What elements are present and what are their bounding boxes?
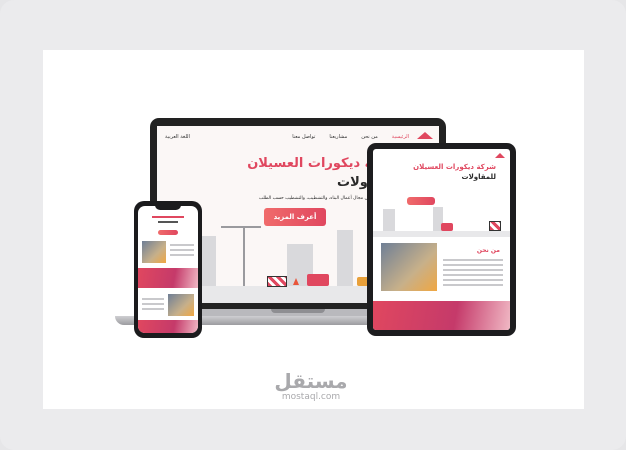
crane-arm	[221, 226, 261, 228]
tablet-mockup: شركة ديكورات العسيلان للمقاولات من نحن	[367, 143, 516, 336]
nav-projects[interactable]: مشاريعنا	[329, 134, 347, 140]
skyline-building	[202, 236, 216, 286]
mostaql-watermark: مستقل mostaql.com	[261, 370, 361, 402]
phone-headline	[152, 216, 184, 226]
about-photo	[381, 243, 437, 291]
nav-home[interactable]: الرئيسية	[392, 134, 409, 140]
truck-icon	[307, 274, 329, 286]
skyline-building	[383, 209, 395, 231]
learn-more-button[interactable]: أعرف المزيد	[264, 208, 326, 226]
mockup-stage: الرئيسية من نحن مشاريعنا تواصل معنا اللغ…	[43, 50, 584, 409]
ground	[373, 231, 510, 237]
presentation-frame: الرئيسية من نحن مشاريعنا تواصل معنا اللغ…	[0, 0, 626, 450]
phone-mockup	[134, 201, 202, 338]
tablet-about-heading: من نحن	[476, 247, 500, 254]
tablet-pink-band	[373, 301, 510, 330]
truck-icon	[441, 223, 453, 231]
tablet-headline-line2: للمقاولات	[461, 173, 496, 181]
logo-icon	[417, 132, 433, 139]
skyline-building	[337, 230, 353, 286]
phone-screen	[138, 206, 198, 333]
crane-icon	[243, 226, 245, 286]
tablet-screen: شركة ديكورات العسيلان للمقاولات من نحن	[373, 149, 510, 330]
watermark-arabic: مستقل	[274, 369, 348, 393]
barrier-icon	[489, 221, 501, 231]
cone-icon	[293, 278, 299, 285]
phone-photo	[168, 294, 194, 316]
nav-language[interactable]: اللغة العربية	[165, 134, 190, 140]
tablet-cta-button[interactable]	[407, 197, 435, 205]
phone-pink-band	[138, 320, 198, 333]
laptop-notch	[271, 309, 325, 313]
phone-notch	[155, 205, 181, 210]
phone-text	[142, 298, 164, 313]
watermark-latin: mostaql.com	[281, 392, 341, 402]
phone-about-text	[170, 244, 194, 259]
nav-about[interactable]: من نحن	[361, 134, 378, 140]
tablet-headline-line1: شركة ديكورات العسيلان	[413, 163, 496, 171]
nav-contact[interactable]: تواصل معنا	[292, 134, 315, 140]
barrier-icon	[267, 276, 287, 287]
phone-cta-button[interactable]	[158, 230, 178, 235]
about-text	[443, 259, 503, 289]
phone-pink-band	[138, 268, 198, 288]
logo-icon	[495, 153, 505, 158]
phone-photo	[142, 241, 166, 263]
